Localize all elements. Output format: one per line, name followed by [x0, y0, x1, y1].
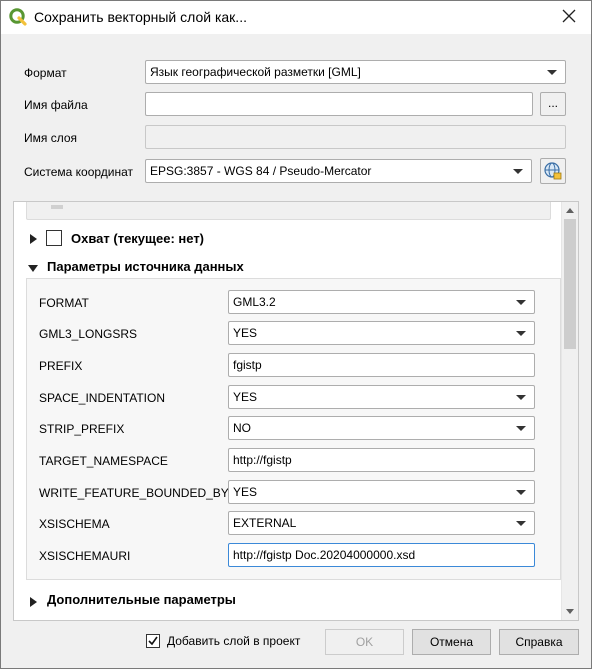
param-prefix-value: fgistp [233, 358, 262, 372]
extent-section-header[interactable] [30, 230, 37, 245]
param-gml3-longsrs-combo[interactable]: YES [228, 321, 535, 345]
chevron-right-icon [30, 596, 37, 607]
chevron-down-icon [516, 521, 526, 526]
chevron-down-icon [516, 426, 526, 431]
filename-input[interactable] [145, 92, 533, 116]
param-xsischema-combo[interactable]: EXTERNAL [228, 511, 535, 535]
param-xsischemauri-input[interactable]: http://fgistp Doc.20204000000.xsd [228, 543, 535, 567]
extent-checkbox[interactable] [46, 230, 62, 246]
param-label-xsischema: XSISCHEMA [39, 517, 110, 531]
close-icon [562, 9, 576, 26]
add-to-project-label: Добавить слой в проект [167, 634, 301, 648]
window-title: Сохранить векторный слой как... [34, 9, 247, 25]
param-space-indentation-combo[interactable]: YES [228, 385, 535, 409]
datasource-section-label: Параметры источника данных [47, 259, 244, 274]
param-label-strip-prefix: STRIP_PREFIX [39, 422, 125, 436]
chevron-down-icon [516, 300, 526, 305]
stub-checkbox [51, 205, 63, 209]
param-strip-prefix-combo[interactable]: NO [228, 416, 535, 440]
cancel-button[interactable]: Отмена [412, 629, 491, 655]
crs-select-button[interactable] [540, 158, 566, 184]
browse-button[interactable]: ... [540, 92, 566, 116]
chevron-down-icon [547, 70, 557, 75]
param-prefix-input[interactable]: fgistp [228, 353, 535, 377]
close-button[interactable] [546, 1, 591, 34]
save-vector-layer-dialog: Сохранить векторный слой как... Формат Я… [0, 0, 592, 669]
param-label-xsischemauri: XSISCHEMAURI [39, 549, 131, 563]
param-label-gml3-longsrs: GML3_LONGSRS [39, 327, 138, 341]
param-label-prefix: PREFIX [39, 359, 83, 373]
param-label-write-feature-bounded-by: WRITE_FEATURE_BOUNDED_BY [39, 486, 229, 500]
format-combo-value: Язык географической разметки [GML] [150, 65, 361, 79]
qgis-logo-icon [9, 8, 27, 26]
param-target-namespace-input[interactable]: http://fgistp [228, 448, 535, 472]
scroll-up-arrow-icon[interactable] [566, 208, 574, 213]
datasource-section-header[interactable] [28, 260, 38, 275]
crs-label: Система координат [24, 165, 134, 179]
param-label-format: FORMAT [39, 296, 89, 310]
chevron-right-icon [30, 233, 37, 244]
format-combo[interactable]: Язык географической разметки [GML] [145, 60, 566, 84]
param-write-feature-bounded-by-combo[interactable]: YES [228, 480, 535, 504]
param-gml3-longsrs-value: YES [233, 326, 258, 340]
param-format-combo[interactable]: GML3.2 [228, 290, 535, 314]
format-label: Формат [24, 66, 67, 80]
param-strip-prefix-value: NO [233, 421, 251, 435]
scrollbar-thumb[interactable] [564, 219, 576, 349]
chevron-down-icon [28, 265, 38, 273]
advanced-section-label: Дополнительные параметры [47, 592, 236, 607]
layername-label: Имя слоя [24, 131, 78, 145]
add-to-project-checkbox[interactable] [146, 634, 160, 648]
cancel-button-label: Отмена [429, 635, 474, 649]
param-xsischemauri-value: http://fgistp Doc.20204000000.xsd [233, 548, 416, 562]
param-label-space-indentation: SPACE_INDENTATION [39, 391, 166, 405]
param-target-namespace-value: http://fgistp [233, 453, 292, 467]
crs-combo-value: EPSG:3857 - WGS 84 / Pseudo-Mercator [150, 164, 372, 178]
param-label-target-namespace: TARGET_NAMESPACE [39, 454, 168, 468]
options-scroll-area[interactable]: Охват (текущее: нет) Параметры источника… [13, 201, 579, 621]
extent-section-label: Охват (текущее: нет) [71, 231, 205, 246]
help-button[interactable]: Справка [499, 629, 579, 655]
scroll-down-arrow-icon[interactable] [566, 609, 574, 614]
layername-input [145, 125, 566, 149]
advanced-section-header[interactable] [30, 593, 37, 608]
chevron-down-icon [513, 169, 523, 174]
param-space-indentation-value: YES [233, 390, 258, 404]
filename-label: Имя файла [24, 98, 88, 112]
ok-button[interactable]: OK [325, 629, 404, 655]
param-xsischema-value: EXTERNAL [233, 516, 297, 530]
checkmark-icon [147, 636, 159, 650]
browse-button-label: ... [547, 96, 558, 110]
param-write-feature-bounded-by-value: YES [233, 485, 258, 499]
chevron-down-icon [516, 490, 526, 495]
vertical-scrollbar[interactable] [561, 202, 578, 620]
param-format-value: GML3.2 [233, 295, 276, 309]
chevron-down-icon [516, 395, 526, 400]
crs-combo[interactable]: EPSG:3857 - WGS 84 / Pseudo-Mercator [145, 159, 532, 183]
chevron-down-icon [516, 331, 526, 336]
hidden-group-stub [26, 202, 551, 220]
globe-crs-icon [543, 162, 563, 184]
ok-button-label: OK [355, 635, 374, 649]
help-button-label: Справка [515, 635, 563, 649]
title-bar: Сохранить векторный слой как... [1, 1, 591, 34]
